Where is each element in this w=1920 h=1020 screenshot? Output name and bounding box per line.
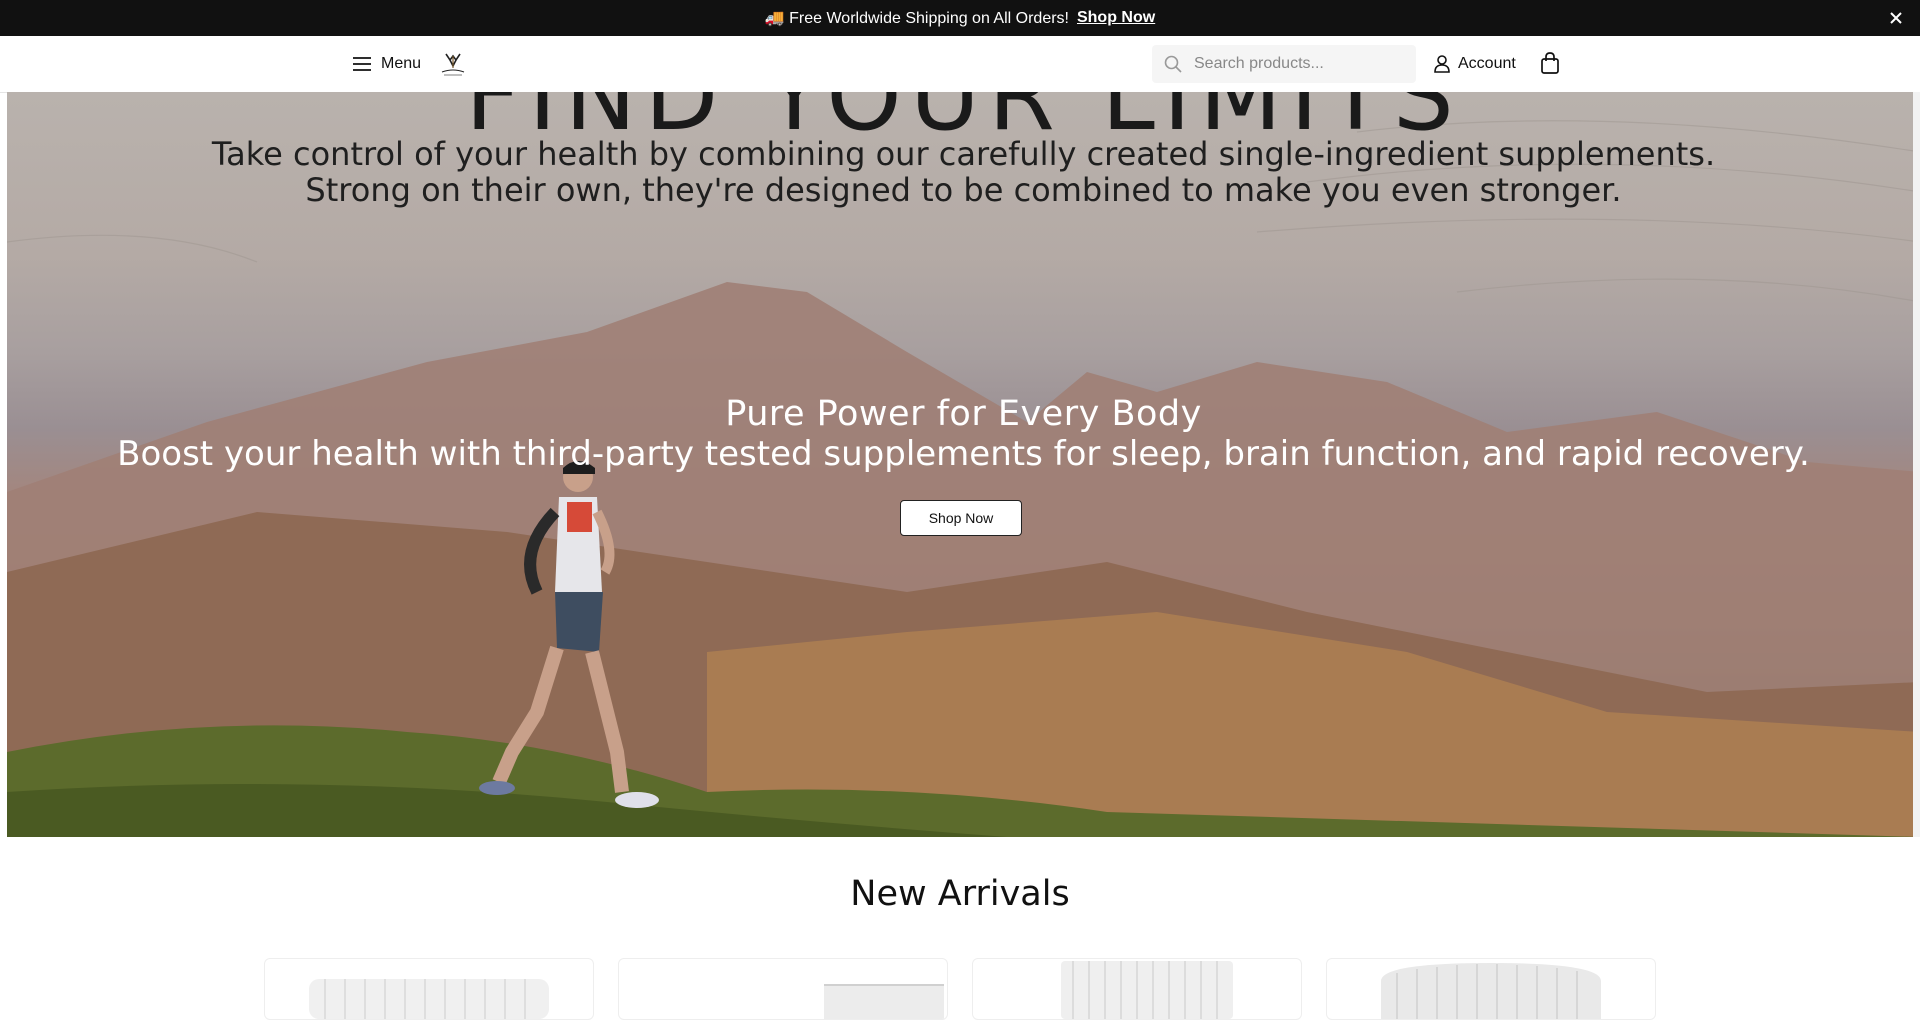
hero-right-edge: [1913, 92, 1920, 837]
hero-title: Pure Power for Every Body: [725, 394, 1202, 434]
product-image: [309, 979, 549, 1019]
announcement-shop-now-link[interactable]: Shop Now: [1077, 9, 1155, 27]
hero-subtitle: Boost your health with third-party teste…: [117, 434, 1810, 474]
product-image: [1061, 961, 1233, 1019]
logo-icon: [441, 53, 465, 76]
menu-label: Menu: [381, 55, 422, 72]
hero-shop-now-button[interactable]: Shop Now: [900, 500, 1022, 536]
announcement-text: 🚚 Free Worldwide Shipping on All Orders!: [764, 10, 1069, 27]
brand-logo[interactable]: [438, 50, 468, 78]
search-icon: [1164, 55, 1182, 73]
hero-intro-line-2: Strong on their own, they're designed to…: [305, 171, 1622, 209]
search-bar[interactable]: [1152, 45, 1416, 83]
search-input[interactable]: [1192, 54, 1396, 74]
shopping-bag-icon: [1541, 52, 1559, 74]
announcement-close-button[interactable]: [1886, 8, 1906, 28]
product-image: [1381, 963, 1601, 1019]
product-card[interactable]: [618, 958, 948, 1020]
hamburger-icon: [353, 57, 371, 71]
site-header: Menu Account: [0, 36, 1920, 93]
menu-button[interactable]: Menu: [353, 52, 421, 76]
account-link[interactable]: Account: [1434, 52, 1516, 76]
product-card[interactable]: [1326, 958, 1656, 1020]
cart-button[interactable]: [1540, 52, 1562, 76]
announcement-bar: 🚚 Free Worldwide Shipping on All Orders!…: [0, 0, 1920, 36]
hero-intro-line-1: Take control of your health by combining…: [211, 135, 1716, 173]
hero-banner: FIND YOUR LIMITS Take control of your he…: [7, 92, 1920, 837]
user-icon: [1434, 55, 1450, 73]
new-arrivals-title: New Arrivals: [850, 874, 1070, 914]
product-image: [824, 984, 944, 1019]
close-icon: [1890, 12, 1902, 24]
hero-intro: Take control of your health by combining…: [7, 136, 1920, 208]
account-label: Account: [1458, 55, 1516, 72]
product-card[interactable]: [264, 958, 594, 1020]
product-card[interactable]: [972, 958, 1302, 1020]
